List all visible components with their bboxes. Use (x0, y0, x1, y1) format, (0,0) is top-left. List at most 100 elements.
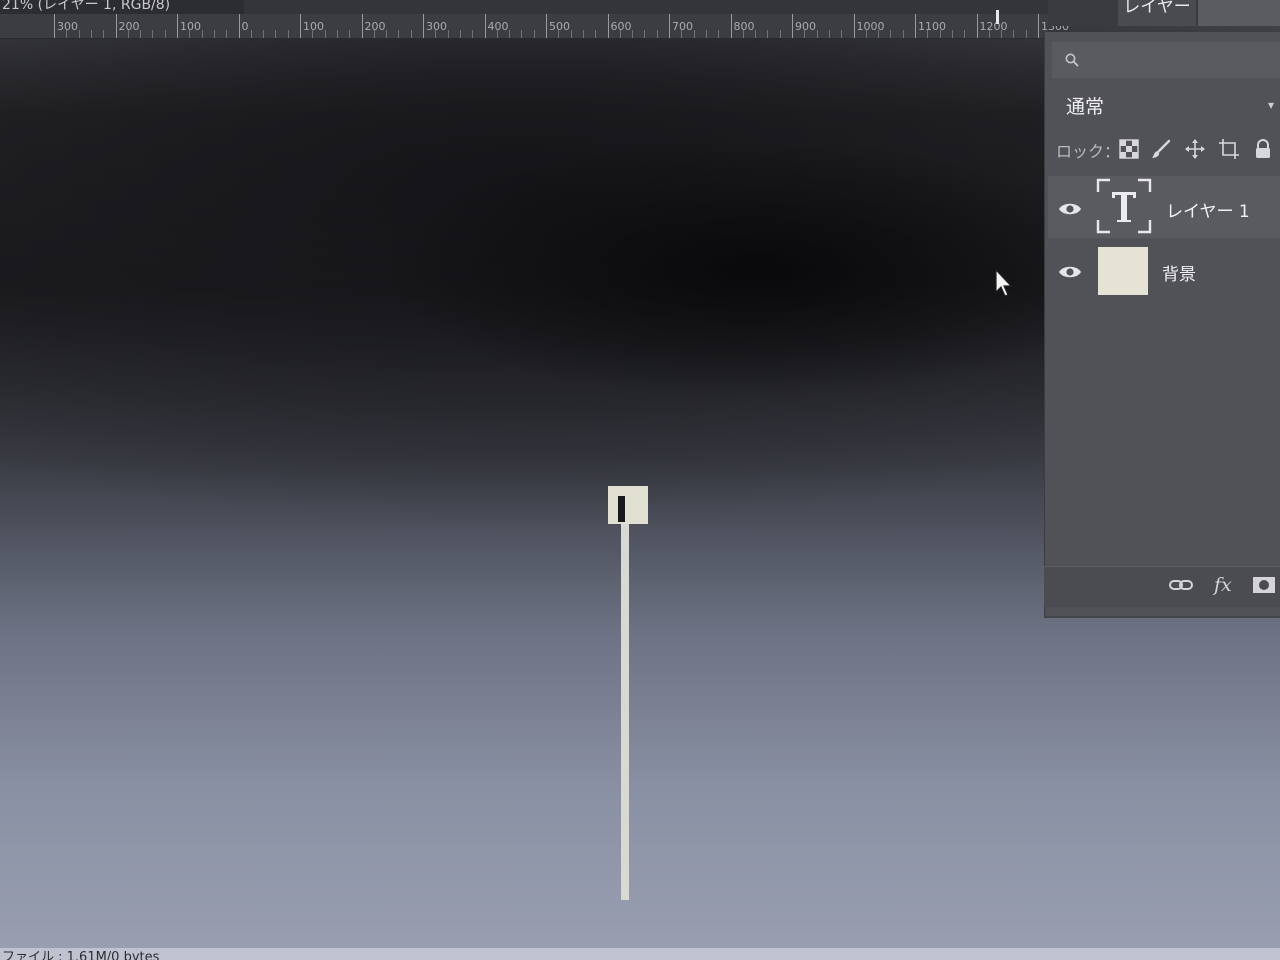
ruler-label: 400 (487, 20, 509, 33)
document-canvas[interactable] (0, 39, 1044, 948)
ruler-minor-tick (336, 30, 338, 38)
ruler-cursor-marker (996, 10, 999, 24)
ruler-major-tick (484, 14, 486, 38)
ruler-minor-tick (902, 30, 904, 38)
ruler-minor-tick (250, 30, 252, 38)
lock-artboard-crop-icon[interactable] (1218, 138, 1240, 160)
ruler-minor-tick (496, 30, 498, 38)
ruler-major-tick (300, 14, 301, 38)
ruler-label: 600 (610, 20, 632, 33)
photoshop-window: 21% (レイヤー 1, RGB/8) 300 200 100 0 100 200 300 4… (0, 0, 1280, 960)
ruler-minor-tick (779, 30, 781, 38)
ruler-minor-tick (287, 30, 289, 38)
ruler-minor-tick (78, 30, 80, 38)
ruler-minor-tick (164, 30, 166, 38)
ruler-major-tick (853, 14, 855, 38)
text-insertion-box (608, 486, 648, 524)
ruler-minor-tick (386, 30, 388, 38)
ruler-label: 1100 (918, 20, 946, 33)
ruler-minor-tick (213, 30, 215, 38)
fx-icon[interactable]: fx (1214, 574, 1240, 596)
ruler-minor-tick (435, 30, 437, 38)
ruler-label: 300 (57, 20, 78, 33)
ruler-minor-tick (964, 30, 966, 38)
ruler-minor-tick (521, 30, 523, 38)
ruler-major-tick (792, 14, 793, 38)
ruler-major-tick (177, 14, 178, 38)
ruler-minor-tick (878, 30, 880, 38)
search-icon[interactable] (1064, 52, 1080, 68)
ruler-minor-tick (152, 30, 154, 38)
ruler-minor-tick (226, 30, 228, 38)
ruler-minor-tick (1001, 30, 1003, 38)
lock-all-icon[interactable] (1252, 138, 1274, 160)
tab-properties[interactable] (1060, 0, 1096, 20)
ruler-label: 1000 (856, 20, 885, 33)
ruler-label: 200 (364, 20, 386, 33)
ruler-minor-tick (582, 30, 584, 38)
chevron-down-icon[interactable]: ▾ (1268, 98, 1278, 112)
ruler-major-tick (238, 14, 240, 38)
ruler-minor-tick (398, 30, 400, 38)
link-icon[interactable] (1168, 574, 1194, 596)
ruler-minor-tick (66, 30, 68, 38)
mask-icon[interactable] (1252, 574, 1278, 596)
ruler-label: 100 (303, 20, 324, 33)
ruler-minor-tick (140, 30, 142, 38)
ruler-label: 0 (241, 20, 249, 33)
ruler-minor-tick (127, 30, 129, 38)
eye-icon[interactable] (1058, 264, 1082, 280)
ruler-major-tick (607, 14, 609, 38)
ruler-minor-tick (705, 30, 707, 38)
ruler-minor-tick (1013, 30, 1015, 38)
ruler-minor-tick (90, 30, 92, 38)
ruler-label: 1200 (979, 20, 1008, 33)
ruler-minor-tick (656, 30, 658, 38)
ruler-label: 100 (180, 20, 201, 33)
ruler-major-tick (54, 14, 55, 38)
ruler-minor-tick (939, 30, 941, 38)
ruler-minor-tick (681, 30, 683, 38)
ruler-label: 900 (795, 20, 816, 33)
status-file-size: ファイル : 1.61M/0 bytes (2, 950, 160, 960)
ruler-minor-tick (509, 30, 511, 38)
ruler-minor-tick (816, 30, 818, 38)
ruler-major-tick (1038, 14, 1039, 38)
ruler-label: 200 (118, 20, 140, 33)
layers-panel-footer (1044, 566, 1280, 607)
ruler-major-tick (730, 14, 732, 38)
tab-layers[interactable]: レイヤー (1118, 0, 1196, 26)
text-caret (618, 496, 625, 522)
eye-icon[interactable] (1058, 201, 1082, 217)
ruler-label: 700 (672, 20, 693, 33)
layer-filter-row[interactable] (1052, 42, 1280, 78)
ruler-minor-tick (951, 30, 953, 38)
ruler-label: 500 (549, 20, 570, 33)
ruler-major-tick (546, 14, 547, 38)
lock-image-pixels-brush-icon[interactable] (1150, 138, 1172, 160)
ruler-minor-tick (324, 30, 326, 38)
ruler-minor-tick (201, 30, 203, 38)
ruler-minor-tick (927, 30, 929, 38)
tab-overflow[interactable] (1198, 0, 1280, 26)
document-tab[interactable]: 21% (レイヤー 1, RGB/8) (0, 0, 246, 14)
layer-name-layer-1[interactable]: レイヤー 1 (1166, 197, 1250, 222)
ruler-minor-tick (447, 30, 449, 38)
background-layer-thumbnail (1098, 247, 1148, 295)
ruler-major-tick (423, 14, 424, 38)
ruler-minor-tick (533, 30, 535, 38)
blend-mode-select[interactable]: 通常 (1066, 92, 1104, 119)
ruler-minor-tick (742, 30, 744, 38)
ruler-label: 800 (733, 20, 755, 33)
text-cursor-line (621, 524, 629, 900)
ruler-minor-tick (644, 30, 646, 38)
ruler-minor-tick (373, 30, 375, 38)
ruler-minor-tick (718, 30, 720, 38)
ruler-minor-tick (890, 30, 892, 38)
lock-position-move-icon[interactable] (1184, 138, 1206, 160)
horizontal-ruler[interactable]: 300 200 100 0 100 200 300 400 500 600 700 800 900 100… (0, 14, 1069, 39)
lock-label: ロック： (1056, 142, 1121, 161)
ruler-major-tick (915, 14, 916, 38)
lock-transparent-pixels-icon[interactable] (1118, 138, 1140, 160)
layer-name-background[interactable]: 背景 (1162, 260, 1196, 285)
